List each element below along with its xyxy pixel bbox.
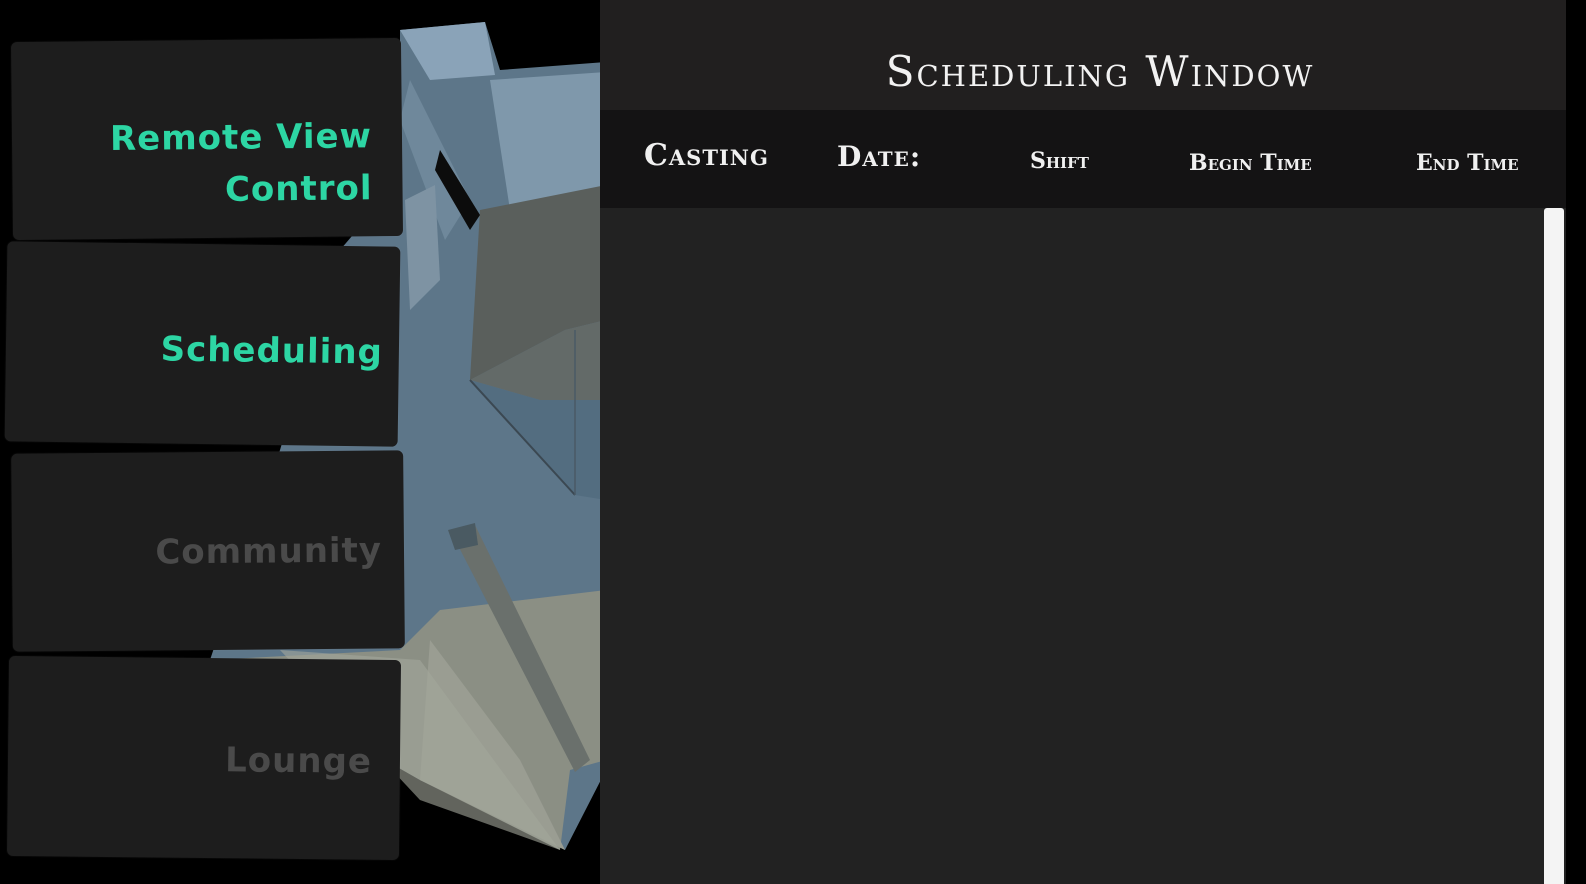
nav-card-scheduling[interactable]: Scheduling [4,241,401,447]
nav-card-community[interactable]: Community [11,450,405,652]
schedule-scrollbar[interactable] [1544,208,1564,884]
scheduling-window-title: Scheduling Window [885,47,1315,96]
app-stage: Remote View Control Scheduling Community… [0,0,1586,884]
column-header-casting[interactable]: Casting [644,138,769,173]
scheduling-window-titlebar: Scheduling Window [600,0,1566,110]
scheduling-window: Scheduling Window Casting Date: Shift Be… [600,0,1586,884]
nav-label-scheduling: Scheduling [160,329,384,373]
schedule-table-header: Casting Date: Shift Begin Time End Time [600,110,1566,208]
window-edge [1566,0,1586,884]
nav-label-remote-view-control: Remote View Control [72,110,373,217]
column-header-begin-time[interactable]: Begin Time [1189,150,1312,176]
column-header-date[interactable]: Date: [837,140,921,173]
column-header-end-time[interactable]: End Time [1416,150,1519,176]
nav-card-remote-view-control[interactable]: Remote View Control [10,37,404,241]
nav-card-lounge[interactable]: Lounge [6,655,402,861]
nav-label-lounge: Lounge [224,740,373,782]
nav-label-line2: Control [224,168,373,210]
nav-label-community: Community [155,530,383,573]
nav-label-line1: Remote View [109,116,373,160]
column-header-shift[interactable]: Shift [1030,148,1089,174]
schedule-table-body[interactable] [600,208,1542,884]
